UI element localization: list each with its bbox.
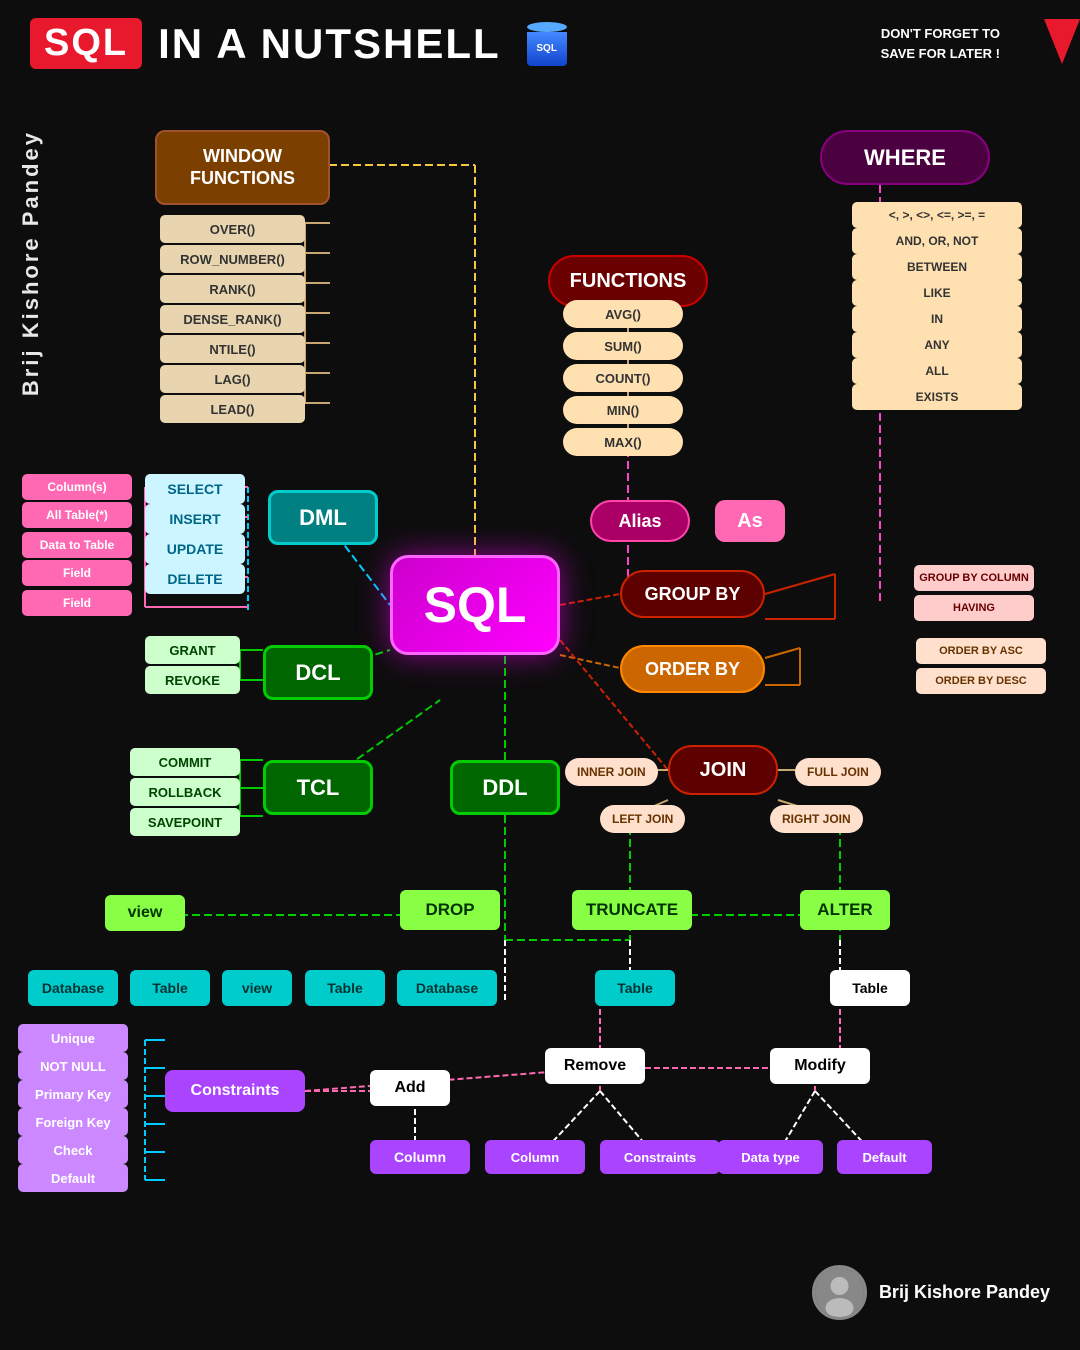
tcl-commit: COMMIT <box>130 748 240 776</box>
where-item-6: ALL <box>852 358 1022 384</box>
modify-default: Default <box>837 1140 932 1174</box>
db-icon-text: SQL <box>536 43 557 54</box>
profile-name: Brij Kishore Pandey <box>879 1282 1050 1303</box>
dml-select: SELECT <box>145 474 245 504</box>
remove-button: Remove <box>545 1048 645 1084</box>
func-min: MIN() <box>563 396 683 424</box>
constraint-unique: Unique <box>18 1024 128 1052</box>
constraint-default: Default <box>18 1164 128 1192</box>
wf-lag: LAG() <box>160 365 305 393</box>
bookmark-icon <box>1044 19 1080 64</box>
func-avg: AVG() <box>563 300 683 328</box>
dcl-revoke: REVOKE <box>145 666 240 694</box>
alter-box: ALTER <box>800 890 890 930</box>
tcl-savepoint: SAVEPOINT <box>130 808 240 836</box>
save-reminder: DON'T FORGET TOSAVE FOR LATER ! <box>881 24 1050 63</box>
constraints-box: Constraints <box>165 1070 305 1112</box>
join-left: LEFT JOIN <box>600 805 685 833</box>
dml-update: UPDATE <box>145 534 245 564</box>
orderby-box: ORDER BY <box>620 645 765 693</box>
truncate-child-table: Table <box>595 970 675 1006</box>
tcl-box: TCL <box>263 760 373 815</box>
window-functions-box: WINDOWFUNCTIONS <box>155 130 330 205</box>
func-count: COUNT() <box>563 364 683 392</box>
join-inner: INNER JOIN <box>565 758 658 786</box>
drop-box: DROP <box>400 890 500 930</box>
header-title: IN A NUTSHELL <box>158 20 501 68</box>
func-max: MAX() <box>563 428 683 456</box>
sql-header-badge: SQL <box>30 18 142 69</box>
remove-column: Column <box>485 1140 585 1174</box>
dml-label-alltable: All Table(*) <box>22 502 132 528</box>
profile: Brij Kishore Pandey <box>812 1265 1050 1320</box>
dml-label-field1: Field <box>22 560 132 586</box>
dcl-grant: GRANT <box>145 636 240 664</box>
where-item-5: ANY <box>852 332 1022 358</box>
dml-box: DML <box>268 490 378 545</box>
groupby-box: GROUP BY <box>620 570 765 618</box>
window-functions-label: WINDOWFUNCTIONS <box>190 146 295 189</box>
groupby-having: HAVING <box>914 595 1034 621</box>
remove-constraints: Constraints <box>600 1140 720 1174</box>
dml-insert: INSERT <box>145 504 245 534</box>
where-item-7: EXISTS <box>852 384 1022 410</box>
where-item-0: <, >, <>, <=, >=, = <box>852 202 1022 228</box>
dml-label-columns: Column(s) <box>22 474 132 500</box>
avatar <box>812 1265 867 1320</box>
sql-main-node: SQL <box>390 555 560 655</box>
wf-rank: RANK() <box>160 275 305 303</box>
wf-denserank: DENSE_RANK() <box>160 305 305 333</box>
constraint-primarykey: Primary Key <box>18 1080 128 1108</box>
constraint-notnull: NOT NULL <box>18 1052 128 1080</box>
join-box: JOIN <box>668 745 778 795</box>
dml-delete: DELETE <box>145 564 245 594</box>
orderby-desc: ORDER BY DESC <box>916 668 1046 694</box>
drop-child-table2: Table <box>305 970 385 1006</box>
db-icon: SQL <box>527 22 567 66</box>
ddl-view-label: view <box>105 895 185 931</box>
dml-label-data: Data to Table <box>22 532 132 558</box>
groupby-col: GROUP BY COLUMN <box>914 565 1034 591</box>
modify-button: Modify <box>770 1048 870 1084</box>
join-full: FULL JOIN <box>795 758 881 786</box>
watermark: Brij Kishore Pandey <box>18 130 44 396</box>
wf-lead: LEAD() <box>160 395 305 423</box>
orderby-asc: ORDER BY ASC <box>916 638 1046 664</box>
dcl-box: DCL <box>263 645 373 700</box>
modify-datatype: Data type <box>718 1140 823 1174</box>
wf-over: OVER() <box>160 215 305 243</box>
alias-box: Alias <box>590 500 690 542</box>
dml-label-field2: Field <box>22 590 132 616</box>
alter-child-table: Table <box>830 970 910 1006</box>
where-box: WHERE <box>820 130 990 185</box>
drop-child-table1: Table <box>130 970 210 1006</box>
main-container: SQL IN A NUTSHELL SQL DON'T FORGET TOSAV… <box>0 0 1080 1350</box>
header: SQL IN A NUTSHELL SQL DON'T FORGET TOSAV… <box>0 0 1080 79</box>
add-column: Column <box>370 1140 470 1174</box>
where-item-2: BETWEEN <box>852 254 1022 280</box>
add-button: Add <box>370 1070 450 1106</box>
drop-child-view: view <box>222 970 292 1006</box>
save-text: DON'T FORGET TOSAVE FOR LATER ! <box>881 24 1000 63</box>
wf-rownumber: ROW_NUMBER() <box>160 245 305 273</box>
drop-child-database2: Database <box>397 970 497 1006</box>
constraint-foreignkey: Foreign Key <box>18 1108 128 1136</box>
where-item-1: AND, OR, NOT <box>852 228 1022 254</box>
as-box: As <box>715 500 785 542</box>
drop-child-database: Database <box>28 970 118 1006</box>
truncate-box: TRUNCATE <box>572 890 692 930</box>
join-right: RIGHT JOIN <box>770 805 863 833</box>
ddl-box: DDL <box>450 760 560 815</box>
constraint-check: Check <box>18 1136 128 1164</box>
func-sum: SUM() <box>563 332 683 360</box>
where-item-3: LIKE <box>852 280 1022 306</box>
tcl-rollback: ROLLBACK <box>130 778 240 806</box>
where-item-4: IN <box>852 306 1022 332</box>
wf-ntile: NTILE() <box>160 335 305 363</box>
